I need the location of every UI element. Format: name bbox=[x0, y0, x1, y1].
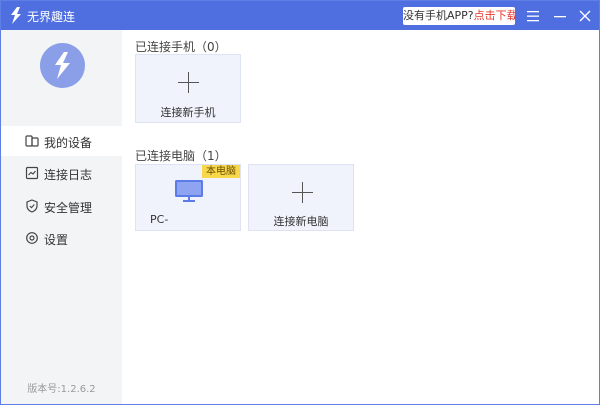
devices-icon bbox=[25, 135, 39, 147]
shield-icon bbox=[26, 199, 38, 213]
sidebar-item-label: 设置 bbox=[44, 233, 69, 247]
app-window: 无界趣连 没有手机APP?点击下载 我的设备 连接日志 安全管理 设置 版本号:… bbox=[0, 0, 600, 405]
lightning-logo-icon bbox=[55, 52, 70, 79]
connected-phones-title: 已连接手机（0） bbox=[135, 40, 227, 54]
sidebar: 我的设备 连接日志 安全管理 设置 版本号:1.2.6.2 bbox=[1, 30, 122, 404]
title-bar[interactable]: 无界趣连 没有手机APP?点击下载 bbox=[1, 1, 599, 30]
this-computer-badge: 本电脑 bbox=[202, 165, 240, 178]
gear-icon bbox=[26, 232, 38, 244]
menu-icon[interactable] bbox=[523, 6, 543, 26]
add-computer-card[interactable]: 连接新电脑 bbox=[248, 164, 354, 231]
sidebar-item-label: 我的设备 bbox=[44, 136, 93, 150]
sidebar-item-connection-log[interactable]: 连接日志 bbox=[1, 158, 122, 188]
download-link[interactable]: 点击下载 bbox=[474, 9, 515, 22]
download-app-banner[interactable]: 没有手机APP?点击下载 bbox=[403, 7, 515, 25]
promo-text: 没有手机APP? bbox=[403, 9, 474, 22]
add-computer-label: 连接新电脑 bbox=[273, 215, 329, 228]
monitor-icon bbox=[175, 180, 203, 202]
connected-computers-title: 已连接电脑（1） bbox=[135, 149, 227, 163]
sidebar-item-label: 连接日志 bbox=[44, 168, 93, 182]
sidebar-item-my-devices[interactable]: 我的设备 bbox=[1, 126, 122, 156]
plus-icon bbox=[178, 72, 199, 93]
plus-icon bbox=[292, 182, 313, 203]
close-icon[interactable] bbox=[575, 6, 595, 26]
app-title: 无界趣连 bbox=[27, 10, 76, 24]
sidebar-item-security[interactable]: 安全管理 bbox=[1, 191, 122, 221]
version-label: 版本号:1.2.6.2 bbox=[27, 384, 96, 395]
sidebar-item-settings[interactable]: 设置 bbox=[1, 223, 122, 253]
minimize-icon[interactable] bbox=[550, 6, 570, 26]
lightning-logo-icon bbox=[11, 7, 21, 24]
add-phone-label: 连接新手机 bbox=[160, 106, 216, 119]
device-card-pc[interactable]: 本电脑 PC- bbox=[135, 164, 241, 231]
device-name: PC- bbox=[150, 213, 169, 226]
avatar[interactable] bbox=[40, 43, 85, 88]
sidebar-item-label: 安全管理 bbox=[44, 201, 93, 215]
log-icon bbox=[25, 166, 39, 180]
add-phone-card[interactable]: 连接新手机 bbox=[135, 54, 241, 123]
